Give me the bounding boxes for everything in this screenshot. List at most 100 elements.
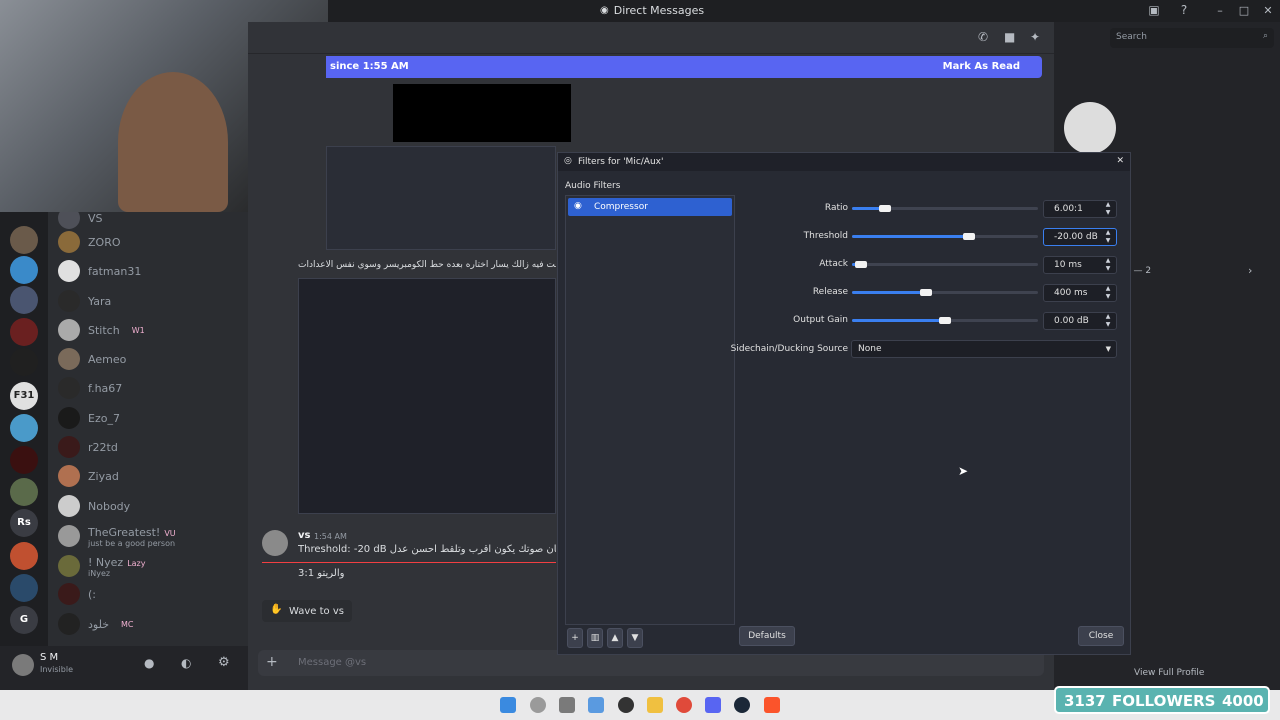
remove-filter-button[interactable]: ▥ (587, 628, 603, 648)
avatar[interactable] (1064, 102, 1116, 154)
help-icon[interactable]: ? (1176, 3, 1192, 19)
close-window-button[interactable]: ✕ (1256, 0, 1280, 22)
close-button[interactable]: Close (1078, 626, 1124, 646)
follower-goal-overlay: 3137 FOLLOWERS 4000 (1054, 686, 1270, 714)
webcam-person (118, 72, 228, 212)
server-icon[interactable] (10, 574, 38, 602)
chevron-right-icon[interactable]: › (1248, 264, 1252, 277)
dm-item[interactable]: Yara (58, 287, 238, 315)
search-input[interactable]: Search ⌕ (1110, 28, 1274, 48)
param-slider[interactable] (852, 291, 1038, 294)
server-f31[interactable]: F31 (10, 382, 38, 410)
spinner-arrows-icon[interactable]: ▲ ▼ (1103, 201, 1113, 217)
dm-item[interactable]: r22td (58, 433, 238, 461)
chrome-icon[interactable] (676, 697, 692, 713)
dm-item[interactable]: (: (58, 580, 238, 608)
avatar[interactable] (12, 654, 34, 676)
spinner-arrows-icon[interactable]: ▲ ▼ (1103, 313, 1113, 329)
add-attachment-icon[interactable]: + (266, 654, 278, 670)
obs-app-icon[interactable] (618, 697, 634, 713)
dm-item[interactable]: TheGreatest! VU just be a good person (58, 522, 238, 550)
search-icon[interactable] (530, 697, 546, 713)
move-down-button[interactable]: ▼ (627, 628, 643, 648)
dm-item[interactable]: خلود MC (58, 610, 238, 638)
server-icon[interactable] (10, 226, 38, 254)
spinner-arrows-icon[interactable]: ▲ ▼ (1103, 229, 1113, 245)
new-messages-banner[interactable]: since 1:55 AM Mark As Read (326, 56, 1042, 78)
widgets-icon[interactable] (588, 697, 604, 713)
param-slider[interactable] (852, 263, 1038, 266)
slider-handle[interactable] (920, 289, 933, 296)
server-icon[interactable] (10, 318, 38, 346)
server-icon[interactable] (10, 414, 38, 442)
headphones-icon[interactable]: ◐ (181, 656, 191, 670)
server-icon[interactable] (10, 256, 38, 284)
dm-item[interactable]: ZORO (58, 228, 238, 256)
attachment-image[interactable] (298, 278, 556, 514)
slider-handle[interactable] (963, 233, 976, 240)
spinner-arrows-icon[interactable]: ▲ ▼ (1103, 285, 1113, 301)
section-title: Audio Filters (565, 181, 621, 191)
sidechain-select[interactable]: None ▼ (851, 340, 1117, 358)
avatar (58, 319, 80, 341)
server-icon[interactable] (10, 286, 38, 314)
param-value-field[interactable]: -20.00 dB ▲ ▼ (1043, 228, 1117, 246)
video-icon[interactable]: ■ (1004, 30, 1015, 44)
close-icon[interactable]: ✕ (1116, 156, 1124, 166)
minimize-button[interactable]: – (1208, 0, 1232, 22)
param-slider[interactable] (852, 235, 1038, 238)
avatar (58, 290, 80, 312)
filter-list: ◉ Compressor (565, 195, 735, 625)
wave-button[interactable]: ✋ Wave to vs (262, 600, 352, 622)
mic-icon[interactable]: ● (144, 656, 154, 670)
attachment-image[interactable] (326, 146, 556, 250)
param-value-field[interactable]: 6.00:1 ▲ ▼ (1043, 200, 1117, 218)
file-explorer-icon[interactable] (647, 697, 663, 713)
discord-app-icon[interactable] (705, 697, 721, 713)
server-icon[interactable] (10, 542, 38, 570)
dm-item[interactable]: Nobody (58, 492, 238, 520)
dm-item[interactable]: f.ha67 (58, 374, 238, 402)
add-filter-button[interactable]: + (567, 628, 583, 648)
param-value-field[interactable]: 10 ms ▲ ▼ (1043, 256, 1117, 274)
message-author[interactable]: vs (298, 530, 310, 541)
server-icon[interactable] (10, 478, 38, 506)
gear-icon[interactable]: ⚙ (218, 655, 230, 670)
param-value-field[interactable]: 0.00 dB ▲ ▼ (1043, 312, 1117, 330)
server-icon[interactable] (10, 446, 38, 474)
dm-item[interactable]: Ziyad (58, 462, 238, 490)
obs-icon: ◎ (564, 156, 572, 166)
dm-item[interactable]: ! Nyez Lazy iNyez (58, 552, 238, 580)
slider-handle[interactable] (939, 317, 951, 324)
inbox-icon[interactable]: ▣ (1146, 3, 1162, 19)
dm-item[interactable]: Stitch W1 (58, 316, 238, 344)
defaults-button[interactable]: Defaults (739, 626, 795, 646)
server-icon[interactable] (10, 348, 38, 376)
steam-icon[interactable] (734, 697, 750, 713)
dm-item[interactable]: Aemeo (58, 345, 238, 373)
view-full-profile-link[interactable]: View Full Profile (1134, 668, 1204, 678)
param-value-field[interactable]: 400 ms ▲ ▼ (1043, 284, 1117, 302)
move-up-button[interactable]: ▲ (607, 628, 623, 648)
search-icon: ⌕ (1262, 31, 1268, 41)
eye-icon[interactable]: ◉ (574, 201, 582, 211)
server-rs[interactable]: Rs (10, 509, 38, 537)
slider-handle[interactable] (855, 261, 868, 268)
mark-as-read-button[interactable]: Mark As Read (943, 61, 1020, 72)
task-view-icon[interactable] (559, 697, 575, 713)
brave-icon[interactable] (764, 697, 780, 713)
divider (262, 562, 556, 563)
role-badge: W1 (131, 325, 145, 335)
attachment-image[interactable] (393, 84, 571, 142)
dm-item[interactable]: Ezo_7 (58, 404, 238, 432)
avatar[interactable] (262, 530, 288, 556)
spinner-arrows-icon[interactable]: ▲ ▼ (1103, 257, 1113, 273)
pin-icon[interactable]: ✦ (1030, 30, 1040, 44)
server-g[interactable]: G (10, 606, 38, 634)
maximize-button[interactable]: □ (1232, 0, 1256, 22)
filter-item[interactable]: ◉ Compressor (568, 198, 732, 216)
call-icon[interactable]: ✆ (978, 30, 988, 44)
dm-item[interactable]: fatman31 (58, 257, 238, 285)
start-icon[interactable] (500, 697, 516, 713)
slider-handle[interactable] (879, 205, 892, 212)
